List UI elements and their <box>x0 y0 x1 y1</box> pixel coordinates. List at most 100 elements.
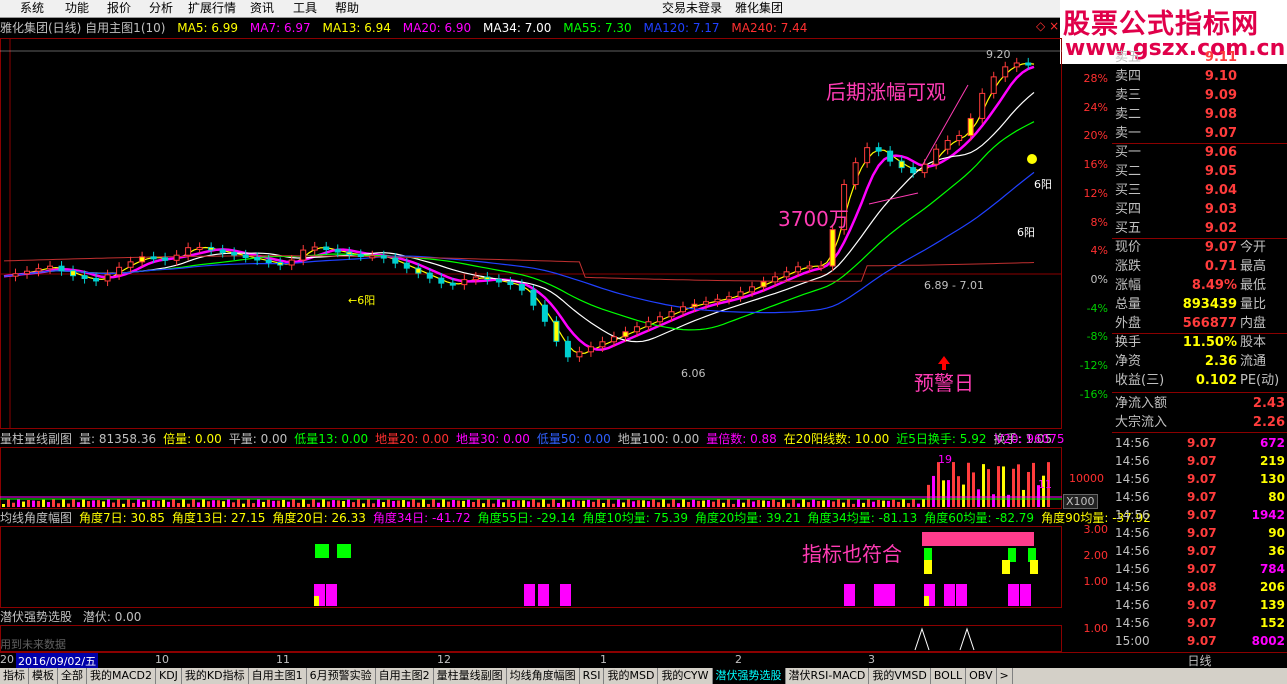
menu-item-ext-quote[interactable]: 扩展行情 <box>188 0 236 17</box>
tick-time: 14:56 <box>1115 454 1150 468</box>
buy-level[interactable]: 买三 9.04 <box>1112 181 1287 200</box>
menu-item-news[interactable]: 资讯 <box>250 0 274 17</box>
menu-item-tools[interactable]: 工具 <box>293 0 317 17</box>
tick-time: 14:56 <box>1115 598 1150 612</box>
quote-label: 买二 <box>1115 164 1142 179</box>
tab-item[interactable]: KDJ <box>156 668 182 684</box>
volume-bar <box>322 499 325 507</box>
candle-body <box>219 249 226 253</box>
volume-bar <box>192 499 195 507</box>
tab-item[interactable]: 全部 <box>58 668 87 684</box>
buy-level[interactable]: 买一 9.06 <box>1112 143 1287 162</box>
stat-row[interactable]: 总量 893439 量比 <box>1112 295 1287 314</box>
volume-bar <box>802 499 805 507</box>
tab-item[interactable]: > <box>997 668 1013 684</box>
candle-body <box>703 301 710 305</box>
volume-bar <box>532 499 535 507</box>
volume-bar <box>687 501 690 507</box>
stat-row[interactable]: 换手 11.50% 股本 <box>1112 333 1287 352</box>
candle-body <box>415 267 422 274</box>
stat-row[interactable]: 收益(三) 0.102 PE(动) <box>1112 371 1287 390</box>
tab-item[interactable]: 我的CYW <box>658 668 713 684</box>
buy-level[interactable]: 买五 9.02 <box>1112 219 1287 238</box>
volume-bar <box>342 501 345 507</box>
date-axis-left: 20 <box>0 653 14 666</box>
v20-label: V20: 96075 <box>995 432 1065 446</box>
sell-level[interactable]: 卖三 9.09 <box>1112 86 1287 105</box>
volume-bar <box>662 499 665 507</box>
tab-item[interactable]: 量柱量线副图 <box>434 668 507 684</box>
tab-item[interactable]: 自用主图2 <box>376 668 434 684</box>
stat-row[interactable]: 现价 9.07 今开 <box>1112 238 1287 257</box>
volume-bar <box>467 499 470 507</box>
candle-body <box>633 326 640 333</box>
menu-item-quote[interactable]: 报价 <box>107 0 131 17</box>
tick-time: 14:56 <box>1115 472 1150 486</box>
volume-bar <box>202 499 205 507</box>
volume-bar <box>677 503 680 507</box>
lurk-chart[interactable] <box>0 625 1112 652</box>
stat-row[interactable]: 涨跌 0.71 最高 <box>1112 257 1287 276</box>
ma-label: MA240: 7.44 <box>731 21 808 35</box>
tick-row: 14:56 9.07 90 <box>1112 524 1287 542</box>
tab-item[interactable]: 我的VMSD <box>869 668 931 684</box>
tab-item[interactable]: 均线角度幅图 <box>507 668 580 684</box>
menu-item-analysis[interactable]: 分析 <box>149 0 173 17</box>
tick-volume: 139 <box>1259 598 1285 612</box>
tab-item[interactable]: 6月预警实验 <box>307 668 376 684</box>
stat-row[interactable]: 外盘 566877 内盘 <box>1112 314 1287 333</box>
quote-value: 9.07 <box>1204 240 1237 255</box>
candle-body <box>921 163 928 174</box>
tab-item[interactable]: RSI <box>580 668 605 684</box>
candle-body <box>806 265 813 269</box>
tab-item[interactable]: 潜伏RSI-MACD <box>786 668 870 684</box>
warning-arrow-icon <box>938 356 950 364</box>
menu-item-system[interactable]: 系统 <box>20 0 44 17</box>
buy-level[interactable]: 买二 9.05 <box>1112 162 1287 181</box>
tab-item[interactable]: BOLL <box>931 668 967 684</box>
tab-item[interactable]: 我的KD指标 <box>182 668 249 684</box>
tab-item[interactable]: OBV <box>966 668 997 684</box>
volume-bar <box>292 499 295 507</box>
angle-chart[interactable] <box>0 526 1112 608</box>
volume-bar <box>422 499 425 507</box>
tick-price: 9.07 <box>1187 562 1217 576</box>
angle-block <box>337 544 351 558</box>
tab-item[interactable]: 我的MACD2 <box>87 668 156 684</box>
tick-time: 14:56 <box>1115 580 1150 594</box>
volume-bar <box>722 502 725 507</box>
login-status[interactable]: 交易未登录 <box>662 0 722 17</box>
sell-level[interactable]: 卖四 9.10 <box>1112 67 1287 86</box>
volume-bar <box>547 503 550 507</box>
tab-item[interactable]: 模板 <box>29 668 58 684</box>
volume-bar <box>312 499 315 507</box>
volume-bar <box>62 499 65 507</box>
sell-level[interactable]: 卖一 9.07 <box>1112 124 1287 143</box>
volume-bar <box>977 489 980 507</box>
ma-label: MA20: 6.90 <box>402 21 472 35</box>
menu-item-help[interactable]: 帮助 <box>335 0 359 17</box>
stat-row[interactable]: 净资 2.36 流通 <box>1112 352 1287 371</box>
candle-body <box>346 251 353 256</box>
panel-controls[interactable]: ◇ × <box>1036 19 1059 33</box>
tab-item[interactable]: 指标 <box>0 668 29 684</box>
tick-volume: 672 <box>1259 436 1285 450</box>
volume-bar <box>507 499 510 507</box>
stat-row[interactable]: 涨幅 8.49% 最低 <box>1112 276 1287 295</box>
period-label[interactable]: 日线 <box>1112 652 1287 669</box>
angle-block <box>936 532 950 546</box>
quote-value: 9.04 <box>1204 183 1237 198</box>
volume-bar <box>1032 462 1035 507</box>
sell-level[interactable]: 卖二 9.08 <box>1112 105 1287 124</box>
buy-level[interactable]: 买四 9.03 <box>1112 200 1287 219</box>
volume-bar <box>472 501 475 507</box>
candle-body <box>208 246 215 251</box>
tab-item[interactable]: 我的MSD <box>604 668 659 684</box>
volume-bar <box>957 476 960 507</box>
menu-item-function[interactable]: 功能 <box>65 0 89 17</box>
candle-body <box>81 275 88 279</box>
sell-level[interactable]: 卖五 9.11 <box>1112 48 1287 67</box>
quote-label: 卖五 <box>1115 50 1142 65</box>
tab-item[interactable]: 潜伏强势选股 <box>712 668 786 684</box>
tab-item[interactable]: 自用主图1 <box>249 668 307 684</box>
